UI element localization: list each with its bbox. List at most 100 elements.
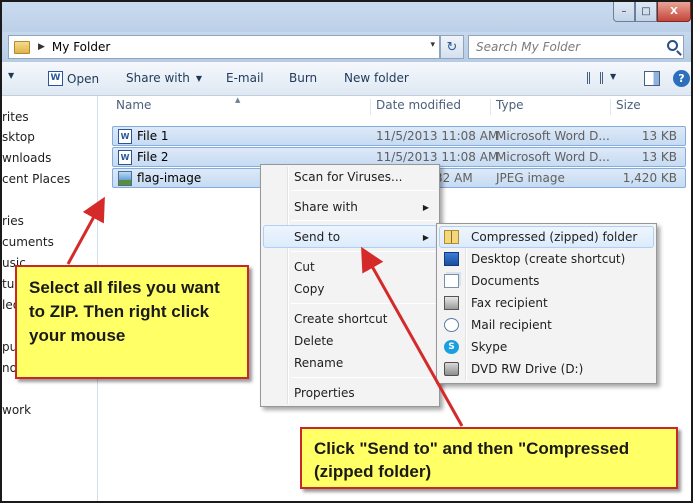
share-with-button[interactable]: Share with ▼ <box>126 71 202 85</box>
nav-item-favorites[interactable]: rites <box>2 110 29 124</box>
submenu-item-desktop[interactable]: Desktop (create shortcut) <box>471 252 625 266</box>
maximize-button[interactable]: □ <box>635 2 657 22</box>
context-menu: Scan for Viruses... Share with ▶ Send to… <box>260 164 440 407</box>
nav-item-documents[interactable]: cuments <box>2 235 54 249</box>
address-row: ▶ My Folder ▾ ↻ Search My Folder <box>2 32 691 62</box>
view-caret-icon[interactable]: ▼ <box>610 72 616 81</box>
menu-separator <box>291 220 437 221</box>
folder-icon <box>14 40 30 54</box>
file-row[interactable]: W File 1 11/5/2013 11:08 AM Microsoft Wo… <box>112 126 686 146</box>
address-bar[interactable]: ▶ My Folder ▾ <box>8 35 440 59</box>
search-placeholder: Search My Folder <box>476 40 581 54</box>
menu-separator <box>291 251 437 252</box>
email-button[interactable]: E-mail <box>226 71 264 85</box>
file-date: 11/5/2013 11:08 AM <box>376 150 499 164</box>
help-icon[interactable]: ? <box>673 70 690 87</box>
submenu-item-fax-recipient[interactable]: Fax recipient <box>471 296 548 310</box>
submenu-item-documents[interactable]: Documents <box>471 274 539 288</box>
file-type: JPEG image <box>496 171 565 185</box>
organize-caret-icon: ▼ <box>8 71 15 80</box>
file-name: flag-image <box>137 171 202 185</box>
preview-pane-icon[interactable] <box>644 71 660 86</box>
organize-button-partial[interactable]: ▼ <box>2 71 14 80</box>
burn-label: Burn <box>289 71 318 85</box>
file-type: Microsoft Word D... <box>496 150 610 164</box>
email-label: E-mail <box>226 71 264 85</box>
submenu-item-compressed-folder[interactable]: Compressed (zipped) folder <box>471 230 637 244</box>
column-header-type[interactable]: Type <box>496 98 524 112</box>
file-size: 13 KB <box>641 129 677 143</box>
dvd-drive-icon <box>444 362 459 376</box>
menu-separator <box>291 190 437 191</box>
column-divider[interactable] <box>610 99 611 115</box>
menu-separator <box>291 303 437 304</box>
column-header-name[interactable]: Name <box>116 98 151 112</box>
column-header-size[interactable]: Size <box>616 98 641 112</box>
open-label: Open <box>67 71 100 86</box>
file-date: 11/5/2013 11:08 AM <box>376 129 499 143</box>
title-bar: – □ X <box>2 2 691 32</box>
submenu-arrow-icon: ▶ <box>422 203 429 212</box>
send-to-submenu: Compressed (zipped) folder Desktop (crea… <box>436 223 657 384</box>
breadcrumb-separator-icon[interactable]: ▶ <box>38 42 45 52</box>
fax-icon <box>444 296 459 310</box>
mail-icon <box>444 318 459 332</box>
nav-item-libraries[interactable]: ries <box>2 214 24 228</box>
view-options-icon[interactable] <box>587 72 603 84</box>
menu-item-scan-viruses[interactable]: Scan for Viruses... <box>294 170 402 184</box>
menu-item-create-shortcut[interactable]: Create shortcut <box>294 312 387 326</box>
menu-item-properties[interactable]: Properties <box>294 386 355 400</box>
word-doc-icon: W <box>118 129 132 144</box>
nav-item-pictures[interactable]: tu <box>2 277 14 291</box>
documents-icon <box>444 274 459 288</box>
sort-ascending-icon: ▲ <box>235 96 241 104</box>
instruction-callout-send-to: Click "Send to" and then "Compressed (zi… <box>300 427 678 489</box>
submenu-item-dvd-drive[interactable]: DVD RW Drive (D:) <box>471 362 583 376</box>
submenu-arrow-icon: ▶ <box>422 233 429 242</box>
nav-item-network[interactable]: work <box>2 403 31 417</box>
skype-icon: S <box>444 340 459 354</box>
image-icon <box>118 171 132 186</box>
new-folder-label: New folder <box>344 71 409 85</box>
menu-item-send-to[interactable]: Send to <box>294 230 340 244</box>
explorer-window: – □ X ▶ My Folder ▾ ↻ Search My Folder ▼… <box>0 0 693 503</box>
menu-item-delete[interactable]: Delete <box>294 334 333 348</box>
open-button[interactable]: W Open <box>48 71 99 86</box>
menu-separator <box>291 377 437 378</box>
command-toolbar: ▼ W Open Share with ▼ E-mail Burn New fo… <box>2 62 691 96</box>
file-size: 13 KB <box>641 150 677 164</box>
breadcrumb-my-folder[interactable]: My Folder <box>52 40 110 54</box>
share-with-label: Share with <box>126 71 190 85</box>
submenu-item-skype[interactable]: Skype <box>471 340 507 354</box>
nav-item-recent-places[interactable]: cent Places <box>2 172 70 186</box>
search-icon[interactable] <box>667 40 678 51</box>
burn-button[interactable]: Burn <box>289 71 317 85</box>
word-doc-icon: W <box>118 150 132 165</box>
close-button[interactable]: X <box>657 2 691 22</box>
file-type: Microsoft Word D... <box>496 129 610 143</box>
file-size: 1,420 KB <box>622 171 677 185</box>
menu-item-cut[interactable]: Cut <box>294 260 315 274</box>
word-icon: W <box>48 71 63 86</box>
file-name: File 2 <box>137 150 169 164</box>
column-divider[interactable] <box>490 99 491 115</box>
desktop-icon <box>444 252 459 266</box>
refresh-button[interactable]: ↻ <box>440 35 464 59</box>
new-folder-button[interactable]: New folder <box>344 71 409 85</box>
address-dropdown-icon[interactable]: ▾ <box>430 40 435 50</box>
menu-highlight <box>263 225 437 248</box>
chevron-down-icon: ▼ <box>195 73 203 83</box>
instruction-callout-select: Select all files you want to ZIP. Then r… <box>15 265 249 379</box>
search-input[interactable]: Search My Folder <box>468 35 684 59</box>
menu-item-share-with[interactable]: Share with <box>294 200 358 214</box>
menu-item-copy[interactable]: Copy <box>294 282 324 296</box>
nav-item-desktop[interactable]: sktop <box>2 130 35 144</box>
zip-folder-icon <box>444 230 459 244</box>
nav-item-downloads[interactable]: wnloads <box>2 151 51 165</box>
column-divider[interactable] <box>370 99 371 115</box>
column-header-date[interactable]: Date modified <box>376 98 461 112</box>
minimize-button[interactable]: – <box>613 2 635 22</box>
file-name: File 1 <box>137 129 169 143</box>
submenu-item-mail-recipient[interactable]: Mail recipient <box>471 318 552 332</box>
menu-item-rename[interactable]: Rename <box>294 356 343 370</box>
